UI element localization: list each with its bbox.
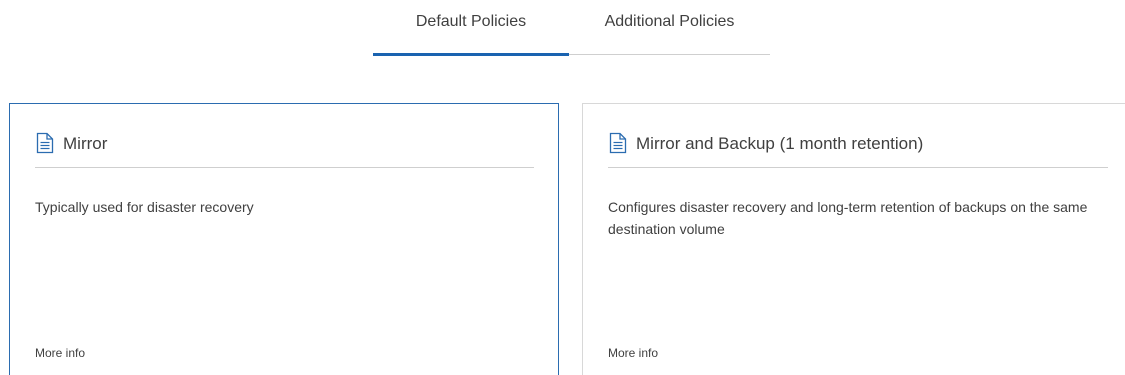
policy-card-title: Mirror xyxy=(63,134,108,153)
policy-card-title: Mirror and Backup (1 month retention) xyxy=(636,134,924,153)
document-icon xyxy=(609,132,627,154)
more-info-link[interactable]: More info xyxy=(35,346,85,360)
policy-card-mirror-and-backup[interactable]: Mirror and Backup (1 month retention) Co… xyxy=(582,103,1125,375)
policy-tabs: Default Policies Additional Policies xyxy=(373,0,770,56)
policy-card-description: Configures disaster recovery and long-te… xyxy=(608,199,1088,237)
active-tab-indicator xyxy=(373,53,569,56)
policy-card-description: Typically used for disaster recovery xyxy=(35,199,254,215)
more-info-link[interactable]: More info xyxy=(608,346,658,360)
policy-selector: Default Policies Additional Policies Mir… xyxy=(0,0,1125,375)
tab-default-policies[interactable]: Default Policies xyxy=(373,0,569,55)
tab-default-policies-label: Default Policies xyxy=(415,13,527,30)
policy-card-header: Mirror and Backup (1 month retention) xyxy=(608,132,1108,168)
policy-card-mirror[interactable]: Mirror Typically used for disaster recov… xyxy=(9,103,559,375)
document-icon xyxy=(36,132,54,154)
tab-additional-policies-label: Additional Policies xyxy=(604,13,735,30)
policy-card-header: Mirror xyxy=(35,132,534,168)
tab-additional-policies[interactable]: Additional Policies xyxy=(569,0,770,55)
